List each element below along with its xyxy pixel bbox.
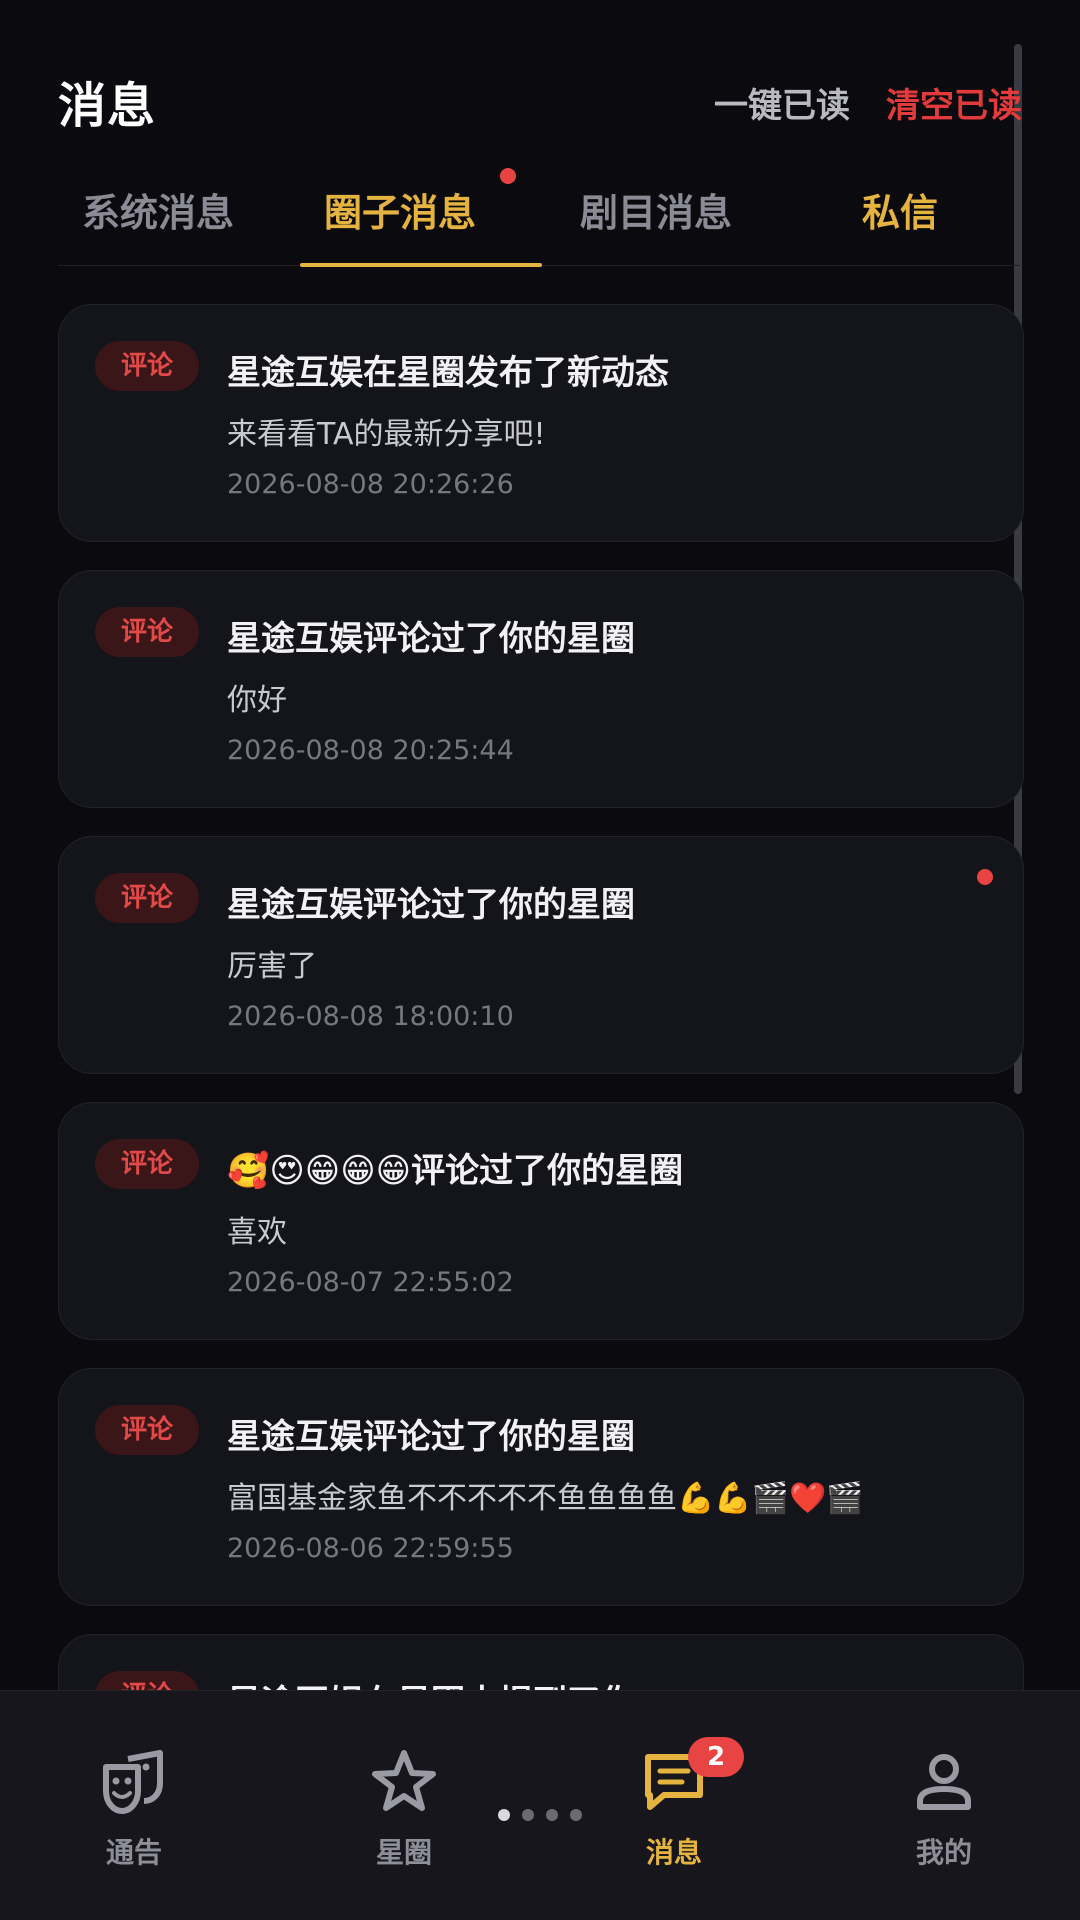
message-card[interactable]: 评论 🥰😍😁😁😁评论过了你的星圈 喜欢 2026-08-07 22:55:02 xyxy=(58,1102,1024,1340)
page-dot xyxy=(522,1809,534,1821)
tab-circle-messages[interactable]: 圈子消息 xyxy=(324,182,476,237)
nav-item-star-circle[interactable]: 星圈 xyxy=(334,1745,474,1871)
message-title: 星途互娱评论过了你的星圈 xyxy=(227,1417,635,1457)
nav-item-profile[interactable]: 我的 xyxy=(874,1745,1014,1871)
message-tabs: 系统消息 圈子消息 剧目消息 私信 xyxy=(58,160,1020,267)
nav-item-announcements[interactable]: 通告 xyxy=(64,1745,204,1871)
comment-tag: 评论 xyxy=(95,873,199,923)
message-title: 星途互娱评论过了你的星圈 xyxy=(227,885,635,925)
message-title: 星途互娱评论过了你的星圈 xyxy=(227,619,635,659)
page-dot-active xyxy=(498,1809,510,1821)
page-title: 消息 xyxy=(58,78,157,134)
nav-label: 星圈 xyxy=(375,1836,432,1869)
message-body: 喜欢 xyxy=(227,1215,287,1250)
tab-private-messages[interactable]: 私信 xyxy=(862,182,938,237)
tab-show-messages[interactable]: 剧目消息 xyxy=(580,182,732,237)
user-icon xyxy=(917,1754,971,1810)
message-time: 2026-08-08 20:25:44 xyxy=(227,735,514,766)
page-indicator xyxy=(498,1809,582,1821)
comment-tag: 评论 xyxy=(95,607,199,657)
comment-tag: 评论 xyxy=(95,1139,199,1189)
page-dot xyxy=(570,1809,582,1821)
message-body: 你好 xyxy=(227,683,287,718)
message-time: 2026-08-08 18:00:10 xyxy=(227,1001,514,1032)
header: 消息 一键已读 清空已读 xyxy=(58,64,1022,136)
page-dot xyxy=(546,1809,558,1821)
unread-count-badge: 2 xyxy=(688,1737,744,1777)
comment-tag: 评论 xyxy=(95,1405,199,1455)
message-card[interactable]: 评论 星途互娱评论过了你的星圈 厉害了 2026-08-08 18:00:10 xyxy=(58,836,1024,1074)
message-body: 厉害了 xyxy=(227,949,317,984)
message-title: 星途互娱在星圈发布了新动态 xyxy=(227,353,669,393)
star-icon xyxy=(372,1750,436,1811)
message-card[interactable]: 评论 星途互娱在星圈发布了新动态 来看看TA的最新分享吧! 2026-08-08… xyxy=(58,304,1024,542)
tab-unread-dot xyxy=(500,168,516,184)
message-title: 🥰😍😁😁😁评论过了你的星圈 xyxy=(227,1151,684,1191)
message-time: 2026-08-06 22:59:55 xyxy=(227,1533,514,1564)
mark-all-read-button[interactable]: 一键已读 xyxy=(714,78,850,127)
unread-dot xyxy=(977,869,993,885)
tab-system-messages[interactable]: 系统消息 xyxy=(82,182,234,237)
message-card[interactable]: 评论 星途互娱评论过了你的星圈 富国基金家鱼不不不不不鱼鱼鱼鱼💪💪🎬❤️🎬 20… xyxy=(58,1368,1024,1606)
nav-label: 通告 xyxy=(105,1836,162,1869)
message-body: 来看看TA的最新分享吧! xyxy=(227,417,546,452)
clear-read-button[interactable]: 清空已读 xyxy=(886,78,1022,127)
messages-screen: 消息 一键已读 清空已读 系统消息 圈子消息 剧目消息 私信 评论 星途互娱在星… xyxy=(0,0,1080,1920)
comment-tag: 评论 xyxy=(95,341,199,391)
message-list[interactable]: 评论 星途互娱在星圈发布了新动态 来看看TA的最新分享吧! 2026-08-08… xyxy=(58,304,1024,1900)
nav-label: 我的 xyxy=(915,1836,972,1869)
message-time: 2026-08-08 20:26:26 xyxy=(227,469,514,500)
nav-item-messages[interactable]: 2 消息 xyxy=(604,1737,744,1871)
message-body: 富国基金家鱼不不不不不鱼鱼鱼鱼💪💪🎬❤️🎬 xyxy=(227,1481,864,1516)
header-actions: 一键已读 清空已读 xyxy=(714,78,1022,127)
bottom-navigation: 通告 星圈 2 消息 我的 xyxy=(0,1690,1080,1920)
theater-masks-icon xyxy=(103,1750,163,1814)
active-tab-indicator xyxy=(300,263,542,267)
message-time: 2026-08-07 22:55:02 xyxy=(227,1267,514,1298)
nav-label: 消息 xyxy=(645,1836,702,1869)
message-card[interactable]: 评论 星途互娱评论过了你的星圈 你好 2026-08-08 20:25:44 xyxy=(58,570,1024,808)
